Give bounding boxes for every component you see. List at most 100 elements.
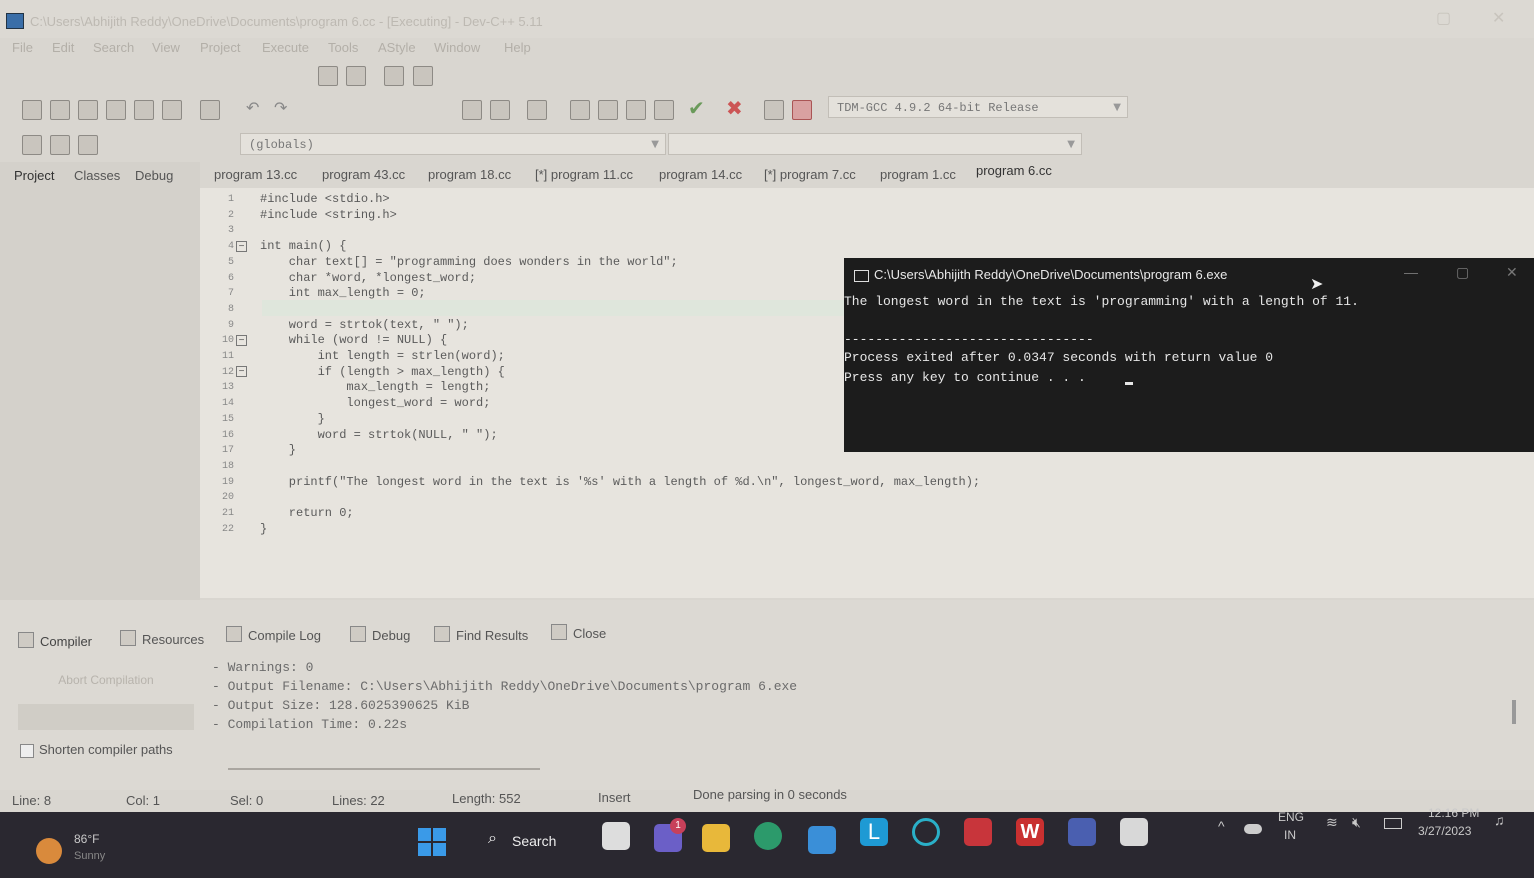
clock-date[interactable]: 3/27/2023 — [1418, 824, 1471, 838]
compiler-output-line: - Compilation Time: 0.22s — [212, 717, 408, 732]
edge-browser-icon[interactable] — [754, 822, 782, 850]
l-app-icon[interactable]: L — [860, 818, 888, 846]
wifi-icon[interactable]: ≋ — [1326, 814, 1338, 831]
tab-program-11[interactable]: [*] program 11.cc — [535, 167, 633, 182]
open-file-icon[interactable] — [50, 100, 70, 120]
taskbar-search-button[interactable]: ⌕ Search — [478, 826, 578, 856]
tab-debug[interactable]: Debug — [135, 168, 173, 183]
code-line: char text[] = "programming does wonders … — [260, 255, 678, 269]
maximize-icon[interactable]: ▢ — [1456, 264, 1469, 281]
fold-toggle-icon[interactable]: − — [236, 335, 247, 346]
fold-toggle-icon[interactable]: − — [236, 241, 247, 252]
battery-icon[interactable] — [1384, 818, 1402, 829]
clock-time[interactable]: 12:16 PM — [1428, 806, 1479, 820]
class-browser-icon[interactable] — [22, 135, 42, 155]
onedrive-cloud-icon[interactable] — [1244, 824, 1262, 834]
abort-compilation-button[interactable]: Abort Compilation — [18, 666, 194, 694]
syntax-check-icon[interactable]: ✔ — [688, 96, 705, 121]
chevron-up-icon[interactable]: ^ — [1218, 818, 1225, 834]
notification-bell-icon[interactable]: ♫ — [1494, 812, 1505, 828]
tab-classes[interactable]: Classes — [74, 168, 120, 183]
code-line: word = strtok(NULL, " "); — [260, 428, 498, 442]
tab-program-18[interactable]: program 18.cc — [428, 167, 511, 182]
stop-execution-icon[interactable]: ✖ — [726, 96, 743, 121]
tab-close[interactable]: Close — [551, 624, 606, 641]
replace-icon[interactable] — [346, 66, 366, 86]
close-all-icon[interactable] — [162, 100, 182, 120]
windows-start-icon[interactable] — [418, 828, 446, 856]
redo-icon[interactable]: ↷ — [274, 98, 287, 118]
wps-office-icon[interactable]: W — [1016, 818, 1044, 846]
mcafee-icon[interactable] — [964, 818, 992, 846]
task-view-icon[interactable] — [602, 822, 630, 850]
maximize-icon[interactable]: ▢ — [1436, 8, 1451, 28]
print-icon[interactable] — [200, 100, 220, 120]
compile-icon[interactable] — [570, 100, 590, 120]
rebuild-icon[interactable] — [654, 100, 674, 120]
language-indicator[interactable]: ENG — [1278, 810, 1304, 824]
tab-resources[interactable]: Resources — [120, 630, 204, 647]
file-explorer-icon[interactable] — [702, 824, 730, 852]
devcpp-taskbar-icon[interactable] — [1068, 818, 1096, 846]
save-icon[interactable] — [78, 100, 98, 120]
bookmark-icon[interactable] — [413, 66, 433, 86]
run-icon[interactable] — [598, 100, 618, 120]
tab-debug-output[interactable]: Debug — [350, 626, 410, 643]
fold-toggle-icon[interactable]: − — [236, 366, 247, 377]
volume-muted-icon[interactable]: 🔇︎ — [1352, 814, 1361, 831]
undo-icon[interactable]: ↶ — [246, 98, 259, 118]
menu-search[interactable]: Search — [93, 40, 134, 55]
goto-icon[interactable] — [384, 66, 404, 86]
save-all-icon[interactable] — [106, 100, 126, 120]
cortana-icon[interactable] — [912, 818, 940, 846]
console-window[interactable]: C:\Users\Abhijith Reddy\OneDrive\Documen… — [844, 258, 1534, 452]
menu-view[interactable]: View — [152, 40, 180, 55]
weather-sun-icon[interactable] — [36, 838, 62, 864]
compiler-select[interactable]: TDM-GCC 4.9.2 64-bit Release ▼ — [828, 96, 1128, 118]
close-icon[interactable]: ✕ — [1492, 8, 1505, 28]
horizontal-scrollbar[interactable] — [228, 768, 540, 770]
find-icon[interactable] — [318, 66, 338, 86]
tab-program-1[interactable]: program 1.cc — [880, 167, 956, 182]
menu-project[interactable]: Project — [200, 40, 240, 55]
console-taskbar-icon[interactable] — [1120, 818, 1148, 846]
toggle-comment-icon[interactable] — [527, 100, 547, 120]
menu-help[interactable]: Help — [504, 40, 531, 55]
tab-find-results[interactable]: Find Results — [434, 626, 528, 643]
code-line: max_length = length; — [260, 380, 491, 394]
tab-project[interactable]: Project — [14, 168, 54, 183]
vertical-scrollbar[interactable] — [1512, 700, 1516, 724]
indent-icon[interactable] — [462, 100, 482, 120]
tab-program-43[interactable]: program 43.cc — [322, 167, 405, 182]
goto-declaration-icon[interactable] — [50, 135, 70, 155]
menu-tools[interactable]: Tools — [328, 40, 358, 55]
scope-select[interactable]: (globals) ▼ — [240, 133, 666, 155]
delete-profile-icon[interactable] — [792, 100, 812, 120]
menu-execute[interactable]: Execute — [262, 40, 309, 55]
minimize-icon[interactable]: — — [1404, 264, 1418, 280]
shorten-paths-checkbox[interactable] — [20, 744, 34, 758]
mail-icon[interactable] — [808, 826, 836, 854]
profile-icon[interactable] — [764, 100, 784, 120]
find-results-icon — [434, 626, 450, 642]
current-line-highlight — [262, 300, 852, 316]
menu-astyle[interactable]: AStyle — [378, 40, 416, 55]
tab-program-7[interactable]: [*] program 7.cc — [764, 167, 856, 182]
tab-compile-log[interactable]: Compile Log — [226, 626, 321, 643]
menu-file[interactable]: File — [12, 40, 33, 55]
close-file-icon[interactable] — [134, 100, 154, 120]
tab-program-13[interactable]: program 13.cc — [214, 167, 297, 182]
tab-compiler[interactable]: Compiler — [18, 632, 92, 649]
compile-run-icon[interactable] — [626, 100, 646, 120]
close-icon[interactable]: ✕ — [1506, 264, 1518, 281]
function-select[interactable]: ▼ — [668, 133, 1082, 155]
line-number: 9 — [227, 320, 234, 331]
unindent-icon[interactable] — [490, 100, 510, 120]
menu-edit[interactable]: Edit — [52, 40, 74, 55]
tab-program-6[interactable]: program 6.cc — [976, 163, 1052, 178]
tab-program-14[interactable]: program 14.cc — [659, 167, 742, 182]
console-line: -------------------------------- — [844, 332, 1094, 347]
new-file-icon[interactable] — [22, 100, 42, 120]
menu-window[interactable]: Window — [434, 40, 480, 55]
goto-definition-icon[interactable] — [78, 135, 98, 155]
